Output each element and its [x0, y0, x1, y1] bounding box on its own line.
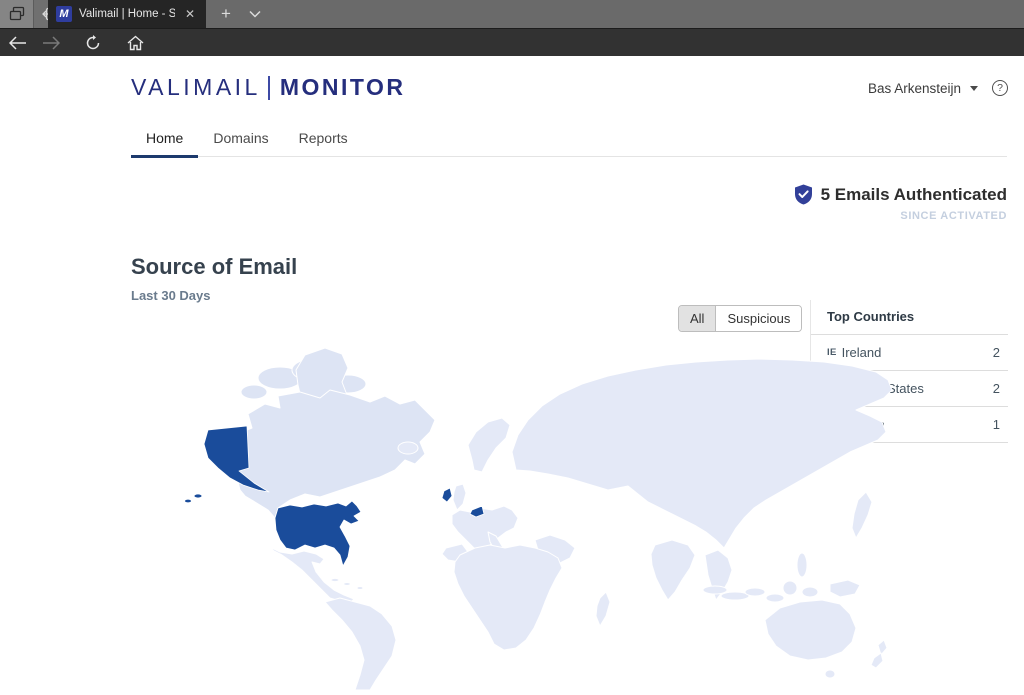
country-count: 2 [993, 381, 1000, 396]
page-subtitle: Last 30 Days [131, 288, 211, 303]
app-header: VALIMAIL MONITOR Bas Arkensteijn ? [131, 70, 1008, 114]
tab-preview-icon [9, 6, 25, 22]
world-map[interactable] [130, 340, 910, 690]
help-button[interactable]: ? [992, 80, 1008, 96]
map-country-ireland[interactable] [442, 488, 452, 502]
nav-tab-home[interactable]: Home [131, 124, 198, 158]
chevron-down-icon [249, 10, 261, 18]
page-title: Source of Email [131, 254, 297, 280]
logo-product: MONITOR [280, 74, 406, 101]
refresh-button[interactable] [78, 29, 108, 57]
browser-toolbar: https://app.valimail.com/home [0, 28, 1024, 56]
country-count: 1 [993, 417, 1000, 432]
user-menu[interactable]: Bas Arkensteijn [868, 81, 978, 96]
forward-icon [42, 36, 60, 50]
forward-button[interactable] [36, 29, 66, 57]
tab-list-dropdown-button[interactable] [242, 0, 268, 28]
valimail-monitor-logo[interactable]: VALIMAIL MONITOR [131, 74, 406, 101]
caret-down-icon [970, 86, 978, 91]
refresh-icon [85, 35, 101, 51]
since-activated-label: SINCE ACTIVATED [794, 210, 1007, 222]
user-name: Bas Arkensteijn [868, 81, 961, 96]
world-map-svg [130, 340, 910, 690]
auth-banner: 5 Emails Authenticated SINCE ACTIVATED [794, 184, 1007, 222]
browser-chrome: M Valimail | Home - SCCT ✕ + [0, 0, 1024, 56]
top-countries-title: Top Countries [811, 300, 1008, 335]
tab-title: Valimail | Home - SCCT [79, 8, 175, 20]
browser-tab[interactable]: M Valimail | Home - SCCT ✕ [48, 0, 206, 28]
logo-divider [268, 76, 270, 100]
app-nav: Home Domains Reports [131, 124, 1007, 157]
nav-tab-domains[interactable]: Domains [198, 124, 283, 156]
emails-authenticated-count: 5 Emails Authenticated [821, 185, 1007, 205]
valimail-favicon: M [56, 6, 72, 22]
tab-close-icon[interactable]: ✕ [182, 5, 198, 23]
back-icon [9, 36, 27, 50]
home-button[interactable] [120, 29, 150, 57]
new-tab-button[interactable]: + [212, 0, 240, 28]
filter-suspicious-button[interactable]: Suspicious [716, 306, 801, 331]
home-icon [127, 35, 144, 51]
shield-check-icon [794, 184, 813, 205]
back-button[interactable] [3, 29, 33, 57]
filter-all-button[interactable]: All [679, 306, 716, 331]
question-mark-icon: ? [997, 82, 1003, 94]
map-filter-toggle: All Suspicious [678, 305, 802, 332]
logo-wordmark: VALIMAIL [131, 74, 261, 101]
valimail-app-page: VALIMAIL MONITOR Bas Arkensteijn ? Home … [0, 56, 1024, 690]
tab-preview-button[interactable] [0, 0, 33, 28]
nav-tab-reports[interactable]: Reports [284, 124, 363, 156]
tab-bar: M Valimail | Home - SCCT ✕ + [0, 0, 1024, 28]
country-count: 2 [993, 345, 1000, 360]
